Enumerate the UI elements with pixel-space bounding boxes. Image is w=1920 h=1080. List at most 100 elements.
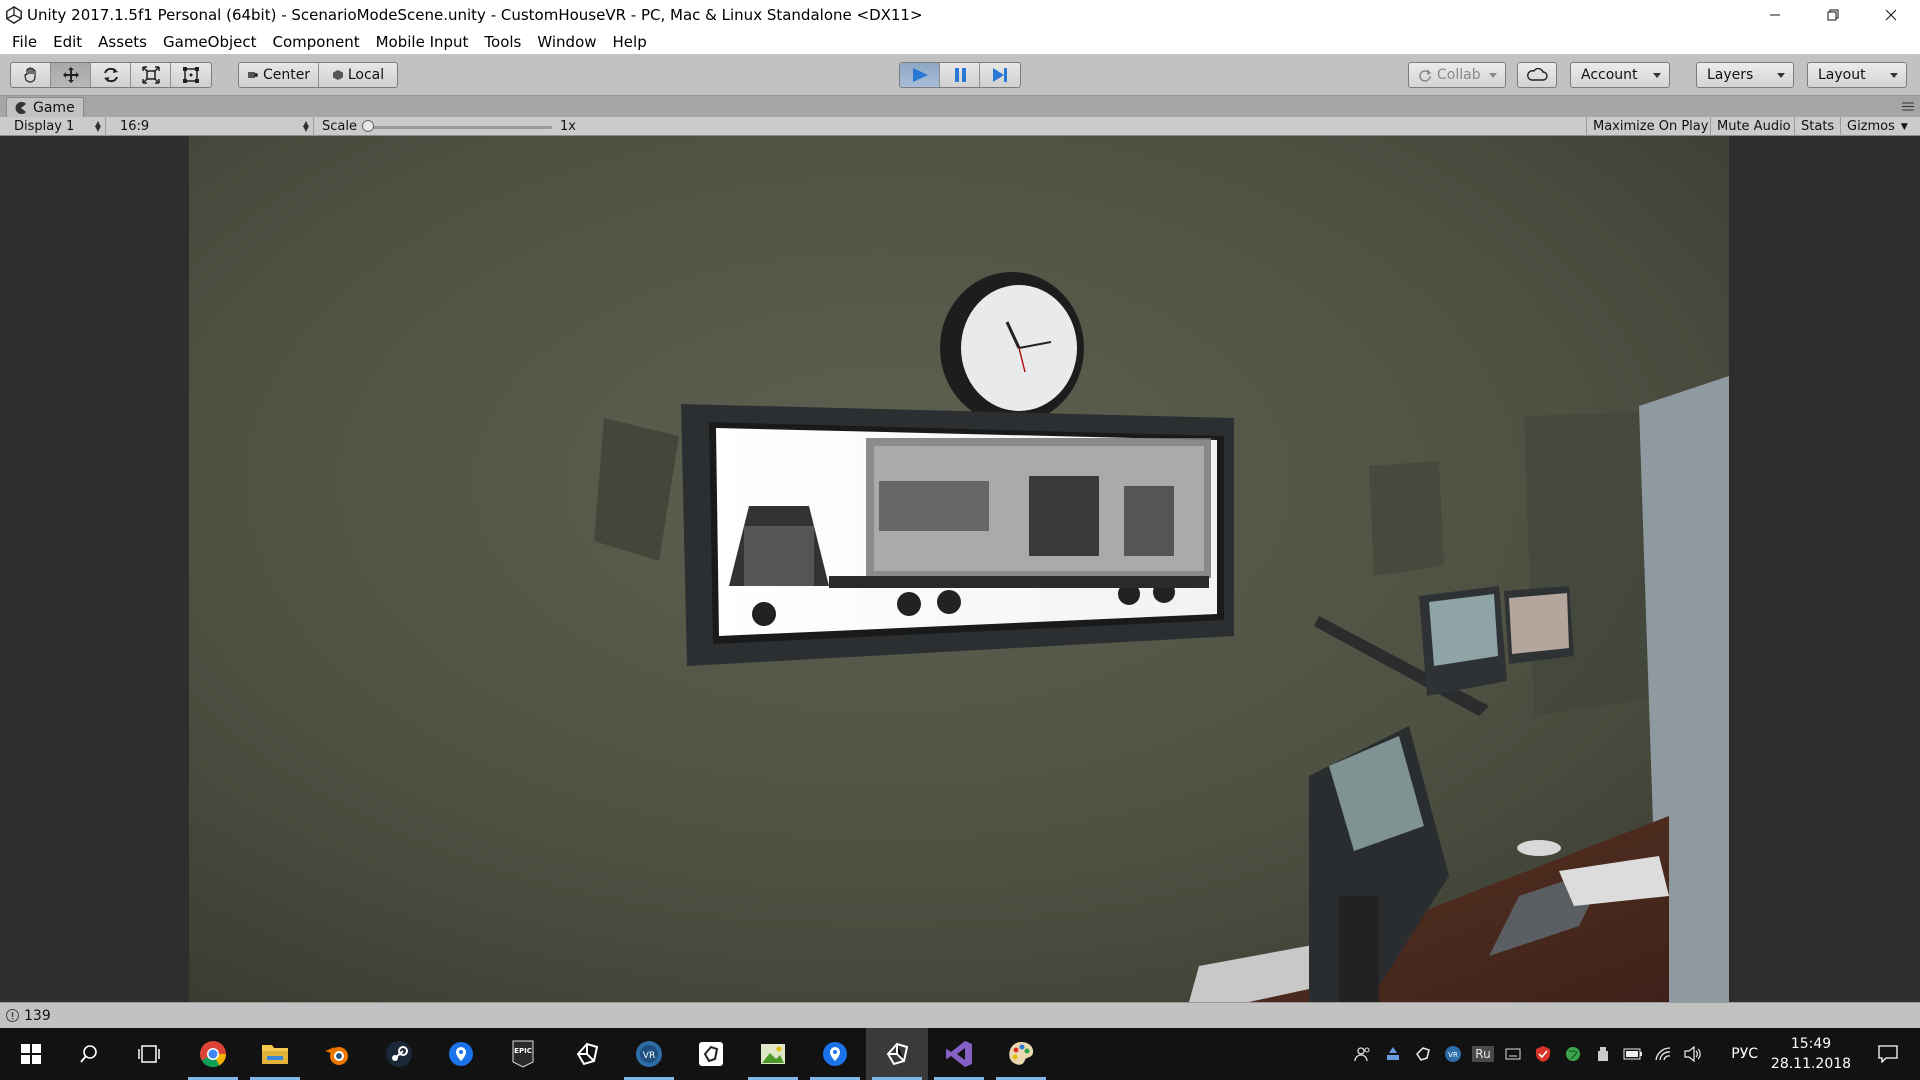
pivot-toggles: Center Local <box>238 62 398 88</box>
windows-start-button[interactable] <box>0 1028 62 1080</box>
tray-item-2[interactable] <box>1408 1028 1438 1080</box>
rotate-tool-button[interactable] <box>91 63 131 87</box>
tray-battery[interactable] <box>1618 1028 1648 1080</box>
people-icon <box>1354 1047 1370 1062</box>
maps-icon-2 <box>823 1042 847 1066</box>
gizmos-label: Gizmos <box>1847 119 1895 134</box>
menu-assets[interactable]: Assets <box>90 33 155 51</box>
pause-button[interactable] <box>940 63 980 87</box>
account-label: Account <box>1581 67 1638 83</box>
account-dropdown[interactable]: Account <box>1570 62 1670 88</box>
maximize-on-play-label: Maximize On Play <box>1593 119 1709 134</box>
menu-gameobject[interactable]: GameObject <box>155 33 265 51</box>
taskbar-chrome[interactable] <box>182 1028 244 1080</box>
taskbar-epic-games[interactable]: EPIC <box>492 1028 554 1080</box>
game-view[interactable] <box>0 136 1920 1002</box>
taskbar-steam[interactable] <box>368 1028 430 1080</box>
game-render[interactable] <box>189 136 1729 1002</box>
play-button[interactable] <box>900 63 940 87</box>
taskbar-clock[interactable]: 15:49 28.11.2018 <box>1766 1034 1856 1074</box>
tray-item-1[interactable] <box>1378 1028 1408 1080</box>
scale-slider-track[interactable] <box>364 126 552 129</box>
menu-edit[interactable]: Edit <box>45 33 90 51</box>
chevron-down-icon: ▼ <box>1900 121 1908 132</box>
collab-dropdown[interactable]: Collab <box>1408 62 1506 88</box>
task-view-button[interactable] <box>118 1028 180 1080</box>
tray-language-code[interactable]: Ru <box>1468 1028 1498 1080</box>
stats-toggle[interactable]: Stats <box>1794 117 1840 136</box>
taskbar-photo-editor[interactable] <box>742 1028 804 1080</box>
step-button[interactable] <box>980 63 1020 87</box>
unity-icon-2 <box>886 1042 909 1066</box>
menu-bar: File Edit Assets GameObject Component Mo… <box>0 30 1920 54</box>
scale-tool-button[interactable] <box>131 63 171 87</box>
vr-icon: VR <box>636 1041 662 1067</box>
pivot-local-button[interactable]: Local <box>319 63 397 87</box>
taskbar-paint[interactable] <box>990 1028 1052 1080</box>
tray-volume[interactable] <box>1678 1028 1708 1080</box>
taskbar-unity[interactable] <box>556 1028 618 1080</box>
tray-item-5[interactable] <box>1528 1028 1558 1080</box>
menu-mobile-input[interactable]: Mobile Input <box>368 33 477 51</box>
tray-item-4[interactable] <box>1498 1028 1528 1080</box>
tray-item-3[interactable]: VR <box>1438 1028 1468 1080</box>
aspect-select[interactable]: 16:9 ▲ ▼ <box>112 117 314 136</box>
cloud-icon <box>1527 68 1548 81</box>
input-language[interactable]: РУС <box>1731 1028 1758 1080</box>
layers-dropdown[interactable]: Layers <box>1696 62 1794 88</box>
tray-lang-code: Ru <box>1472 1046 1494 1062</box>
taskbar-unity-2[interactable] <box>866 1028 928 1080</box>
menu-file[interactable]: File <box>4 33 45 51</box>
cloud-button[interactable] <box>1517 62 1557 88</box>
steam-icon <box>386 1041 412 1067</box>
search-button[interactable] <box>58 1028 120 1080</box>
close-icon[interactable] <box>1862 0 1920 30</box>
panel-tab-bar: Game <box>0 96 1920 117</box>
window-title: Unity 2017.1.5f1 Personal (64bit) - Scen… <box>27 6 923 24</box>
file-explorer-icon <box>262 1045 288 1064</box>
display-select[interactable]: Display 1 ▲ ▼ <box>6 117 106 136</box>
taskbar-vr[interactable]: VR <box>618 1028 680 1080</box>
pivot-center-button[interactable]: Center <box>239 63 319 87</box>
panel-menu-icon[interactable] <box>1902 102 1914 111</box>
taskbar-maps-2[interactable] <box>804 1028 866 1080</box>
action-center-button[interactable] <box>1866 1028 1910 1080</box>
taskbar-file-explorer[interactable] <box>244 1028 306 1080</box>
stats-label: Stats <box>1801 119 1835 134</box>
menu-window[interactable]: Window <box>529 33 604 51</box>
taskbar-maps[interactable] <box>430 1028 492 1080</box>
clock-time: 15:49 <box>1790 1036 1832 1052</box>
taskbar-blender[interactable] <box>306 1028 368 1080</box>
tray-people[interactable] <box>1348 1028 1378 1080</box>
maps-icon <box>449 1042 473 1066</box>
menu-help[interactable]: Help <box>605 33 655 51</box>
minimize-icon[interactable] <box>1746 0 1804 30</box>
console-message-count[interactable]: 139 <box>24 1008 51 1024</box>
tab-game-label: Game <box>33 99 75 116</box>
move-tool-button[interactable] <box>51 63 91 87</box>
mute-audio-toggle[interactable]: Mute Audio <box>1710 117 1797 136</box>
scale-slider-thumb[interactable] <box>362 120 374 132</box>
hand-tool-button[interactable] <box>11 63 51 87</box>
layout-dropdown[interactable]: Layout <box>1807 62 1907 88</box>
taskbar-visual-studio[interactable] <box>928 1028 990 1080</box>
task-view-icon <box>138 1045 160 1063</box>
tray-item-6[interactable] <box>1558 1028 1588 1080</box>
restore-icon[interactable] <box>1804 0 1862 30</box>
pivot-local-label: Local <box>347 67 385 83</box>
pacman-game-icon <box>15 101 26 114</box>
tray-item-7[interactable] <box>1588 1028 1618 1080</box>
menu-component[interactable]: Component <box>265 33 368 51</box>
taskbar-unity-hub[interactable] <box>680 1028 742 1080</box>
updown-arrows-icon: ▲ ▼ <box>302 119 309 133</box>
layers-label: Layers <box>1707 67 1754 83</box>
tray-wifi[interactable] <box>1648 1028 1678 1080</box>
transform-tools <box>10 62 212 88</box>
gizmos-dropdown[interactable]: Gizmos ▼ <box>1840 117 1920 136</box>
menu-tools[interactable]: Tools <box>476 33 529 51</box>
tab-game[interactable]: Game <box>6 97 84 117</box>
updown-arrows-icon: ▲ ▼ <box>94 119 101 133</box>
rect-tool-button[interactable] <box>171 63 211 87</box>
maximize-on-play-toggle[interactable]: Maximize On Play <box>1586 117 1714 136</box>
svg-text:EPIC: EPIC <box>514 1047 532 1055</box>
